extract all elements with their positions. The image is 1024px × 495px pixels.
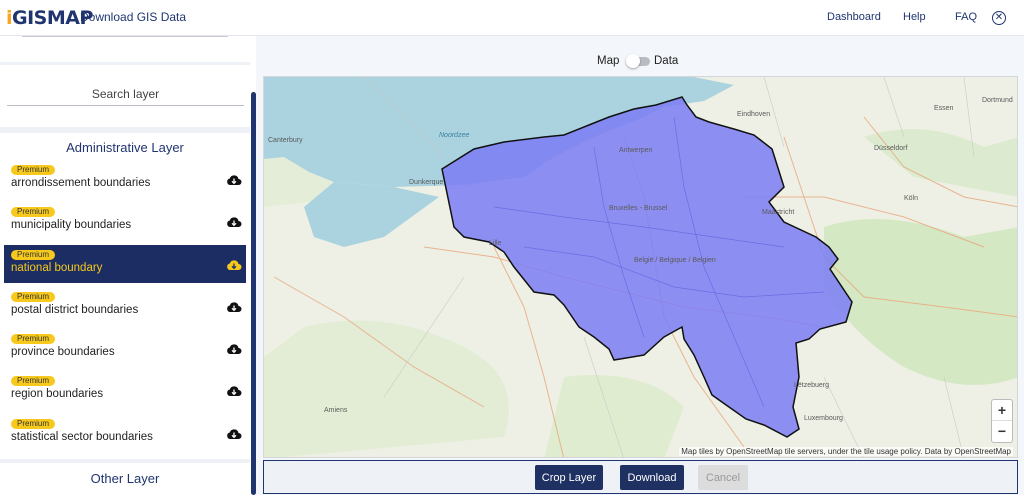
- nav-faq[interactable]: FAQ: [955, 11, 977, 23]
- cloud-download-icon[interactable]: [226, 259, 242, 271]
- view-toggle: Map Data: [256, 54, 1024, 70]
- map-label-dortmund: Dortmund: [982, 97, 1013, 104]
- main-panel: Map Data Noordzee Antwerpen Bruxelles - …: [256, 36, 1024, 495]
- layer-item-national-boundary[interactable]: Premium national boundary: [4, 244, 246, 283]
- layer-item-province[interactable]: Premium province boundaries: [4, 329, 246, 367]
- cloud-download-icon[interactable]: [226, 428, 242, 440]
- toggle-label-map[interactable]: Map: [597, 55, 619, 67]
- zoom-out-button[interactable]: −: [992, 421, 1012, 442]
- map-label-amiens: Amiens: [324, 407, 348, 414]
- map-label-bruxelles: Bruxelles - Brussel: [609, 205, 668, 212]
- layer-item-postal-district[interactable]: Premium postal district boundaries: [4, 287, 246, 325]
- cloud-download-icon[interactable]: [226, 174, 242, 186]
- sidebar-band: [0, 127, 250, 133]
- zoom-in-button[interactable]: +: [992, 400, 1012, 421]
- layer-list: Premium arrondissement boundaries Premiu…: [4, 160, 246, 456]
- section-title-other[interactable]: Other Layer: [0, 471, 250, 486]
- nav-dashboard[interactable]: Dashboard: [827, 11, 881, 23]
- cloud-download-icon[interactable]: [226, 343, 242, 355]
- map-label-essen: Essen: [934, 105, 954, 112]
- cloud-download-icon[interactable]: [226, 216, 242, 228]
- app-header: iGISMAP Download GIS Data Dashboard Help…: [0, 0, 1024, 36]
- close-icon[interactable]: ✕: [992, 11, 1006, 25]
- switch-knob: [626, 54, 640, 68]
- page-title: Download GIS Data: [80, 10, 187, 24]
- map-label-dunkerque: Dunkerque: [409, 179, 444, 186]
- layer-label: national boundary: [11, 261, 103, 274]
- toggle-label-data[interactable]: Data: [654, 55, 678, 67]
- map-label-eindhoven: Eindhoven: [737, 111, 771, 118]
- premium-badge: Premium: [11, 249, 56, 260]
- layer-item-region[interactable]: Premium region boundaries: [4, 371, 246, 409]
- premium-badge: Premium: [11, 165, 56, 175]
- premium-badge: Premium: [11, 376, 56, 387]
- sidebar-band-bottom: [0, 459, 250, 463]
- layer-label: region boundaries: [11, 388, 104, 401]
- map-label-dusseldorf: Düsseldorf: [874, 145, 908, 152]
- map-view[interactable]: Noordzee Antwerpen Bruxelles - Brussel B…: [263, 76, 1018, 458]
- map-label-antwerpen: Antwerpen: [619, 147, 653, 154]
- premium-badge: Premium: [11, 207, 56, 218]
- map-label-lille: Lille: [489, 240, 502, 247]
- map-label-belgique: België / Belgique / Belgien: [634, 257, 716, 264]
- premium-badge: Premium: [11, 334, 56, 345]
- map-label-luxembourg: Luxembourg: [804, 415, 843, 422]
- zoom-control: + −: [991, 399, 1013, 443]
- nav-help[interactable]: Help: [903, 11, 926, 23]
- cloud-download-icon[interactable]: [226, 385, 242, 397]
- map-label-canterbury: Canterbury: [268, 137, 303, 144]
- map-label-north-sea: Noordzee: [439, 132, 470, 139]
- sidebar-divider: [0, 62, 250, 65]
- action-bar: Crop Layer Download Cancel: [263, 460, 1018, 494]
- sidebar-top-divider: [22, 36, 228, 37]
- layer-label: postal district boundaries: [11, 303, 139, 316]
- map-data-switch[interactable]: [626, 54, 650, 68]
- download-button[interactable]: Download: [620, 465, 684, 490]
- layer-item-municipality[interactable]: Premium municipality boundaries: [4, 202, 246, 240]
- layer-label: statistical sector boundaries: [11, 430, 153, 443]
- cloud-download-icon[interactable]: [226, 301, 242, 313]
- layer-item-statistical-sector[interactable]: Premium statistical sector boundaries: [4, 414, 246, 452]
- layer-sidebar: Administrative Layer Premium arrondissem…: [0, 36, 256, 495]
- search-layer-field[interactable]: [7, 84, 244, 106]
- layer-label: province boundaries: [11, 346, 115, 359]
- crop-layer-button[interactable]: Crop Layer: [535, 465, 603, 490]
- section-title-administrative: Administrative Layer: [66, 140, 184, 155]
- premium-badge: Premium: [11, 418, 56, 429]
- search-input[interactable]: [7, 84, 244, 104]
- map-label-letzebuerg: Lëtzebuerg: [794, 382, 830, 389]
- map-label-maastricht: Maastricht: [762, 209, 795, 216]
- cancel-button[interactable]: Cancel: [698, 465, 748, 490]
- map-canvas[interactable]: [264, 77, 1018, 458]
- map-attribution[interactable]: Map tiles by OpenStreetMap tile servers,…: [679, 447, 1013, 456]
- map-label-koln: Köln: [904, 195, 919, 202]
- layer-label: municipality boundaries: [11, 219, 132, 232]
- layer-label: arrondissement boundaries: [11, 177, 151, 189]
- layer-item-arrondissement[interactable]: Premium arrondissement boundaries: [4, 160, 246, 198]
- premium-badge: Premium: [11, 291, 56, 302]
